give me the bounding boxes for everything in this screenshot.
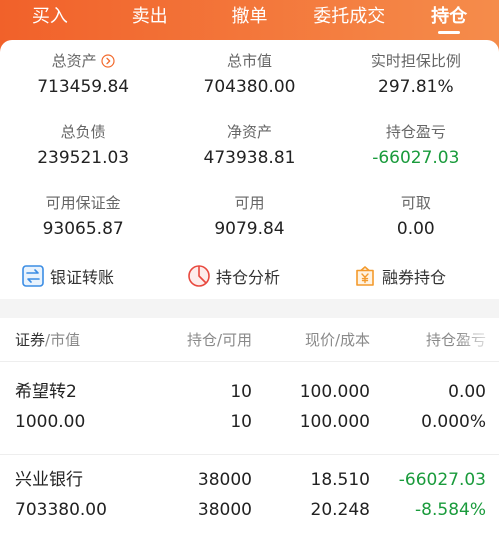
summary-label: 总资产 xyxy=(51,52,97,70)
cost-price: 20.248 xyxy=(310,500,370,520)
summary-total-market-value: 总市值 704380.00 xyxy=(166,40,332,111)
summary-value: 239521.03 xyxy=(37,148,130,168)
current-price: 18.510 xyxy=(310,470,370,490)
bank-transfer-icon xyxy=(21,264,45,288)
pnl-percent: 0.000% xyxy=(421,412,486,432)
row-line-bottom: 703380.00 38000 20.248 -8.584% xyxy=(15,495,486,525)
bank-transfer-button[interactable]: 银证转账 xyxy=(0,253,166,299)
summary-value: 9079.84 xyxy=(214,219,285,239)
summary-label: 持仓盈亏 xyxy=(385,123,446,141)
position-qty: 38000 xyxy=(197,470,252,490)
action-label: 融券持仓 xyxy=(382,268,447,287)
position-qty: 10 xyxy=(230,382,252,402)
summary-value: -66027.03 xyxy=(372,148,460,168)
summary-label: 总市值 xyxy=(226,52,272,70)
row-line-bottom: 1000.00 10 100.000 0.000% xyxy=(15,407,486,437)
available-qty: 38000 xyxy=(197,500,252,520)
header-fade-overlay xyxy=(457,318,499,361)
pnl-percent: -8.584% xyxy=(415,500,486,520)
tab-holdings[interactable]: 持仓 xyxy=(399,0,499,36)
summary-label: 可用 xyxy=(234,194,265,212)
tab-label: 撤单 xyxy=(231,6,268,27)
summary-label: 实时担保比例 xyxy=(370,52,461,70)
cost-price: 100.000 xyxy=(299,412,370,432)
tab-buy[interactable]: 买入 xyxy=(0,0,100,36)
pnl-amount: 0.00 xyxy=(448,382,486,402)
summary-value: 473938.81 xyxy=(203,148,296,168)
row-line-top: 兴业银行 38000 18.510 -66027.03 xyxy=(15,465,486,495)
summary-withdrawable: 可取 0.00 xyxy=(333,182,499,253)
available-qty: 10 xyxy=(230,412,252,432)
summary-position-pnl: 持仓盈亏 -66027.03 xyxy=(333,111,499,182)
summary-value: 713459.84 xyxy=(37,77,130,97)
summary-value: 297.81% xyxy=(378,77,454,97)
summary-total-liabilities: 总负债 239521.03 xyxy=(0,111,166,182)
security-name: 兴业银行 xyxy=(15,470,83,490)
summary-label: 总负债 xyxy=(60,123,106,141)
market-value: 703380.00 xyxy=(15,500,107,520)
tab-label: 持仓 xyxy=(431,6,468,27)
tab-sell[interactable]: 卖出 xyxy=(100,0,200,36)
summary-available-margin: 可用保证金 93065.87 xyxy=(0,182,166,253)
tab-cancel-order[interactable]: 撤单 xyxy=(200,0,300,36)
header-label: 证券 xyxy=(15,331,46,349)
chevron-right-circle-icon[interactable] xyxy=(101,54,115,68)
summary-collateral-ratio: 实时担保比例 297.81% xyxy=(333,40,499,111)
summary-label-row: 总资产 xyxy=(0,51,166,71)
pnl-amount: -66027.03 xyxy=(398,470,486,490)
summary-label: 可用保证金 xyxy=(45,194,121,212)
summary-grid: 总资产 713459.84 总市值 704380.00 实时担保比例 297.8… xyxy=(0,40,499,253)
tab-label: 买入 xyxy=(31,6,68,27)
summary-value: 704380.00 xyxy=(203,77,296,97)
action-label: 持仓分析 xyxy=(216,268,281,287)
row-line-top: 希望转2 10 100.000 0.00 xyxy=(15,377,486,407)
action-label: 银证转账 xyxy=(50,268,115,287)
summary-total-assets[interactable]: 总资产 713459.84 xyxy=(0,40,166,111)
quick-actions: 银证转账 持仓分析 融券持仓 xyxy=(0,253,499,299)
short-positions-button[interactable]: 融券持仓 xyxy=(332,253,498,299)
table-row[interactable]: 希望转2 10 100.000 0.00 1000.00 10 100.000 … xyxy=(0,362,499,455)
holdings-table: 证券/市值 持仓/可用 现价/成本 持仓盈亏 希望转2 10 100.000 0… xyxy=(0,318,499,540)
summary-net-assets: 净资产 473938.81 xyxy=(166,111,332,182)
table-row[interactable]: 兴业银行 38000 18.510 -66027.03 703380.00 38… xyxy=(0,455,499,539)
header-label: /市值 xyxy=(45,331,81,349)
market-value: 1000.00 xyxy=(15,412,86,432)
summary-available: 可用 9079.84 xyxy=(166,182,332,253)
summary-value: 93065.87 xyxy=(42,219,124,239)
tab-label: 委托成交 xyxy=(313,6,386,27)
summary-label: 可取 xyxy=(400,194,431,212)
tab-label: 卖出 xyxy=(131,6,168,27)
current-price: 100.000 xyxy=(299,382,370,402)
security-name: 希望转2 xyxy=(15,382,77,402)
yen-bag-icon xyxy=(353,264,377,288)
trading-app: 买入 卖出 撤单 委托成交 持仓 总资产 713459.84 总市值 70438… xyxy=(0,0,499,540)
header-price-cost[interactable]: 现价/成本 xyxy=(252,329,370,350)
active-tab-indicator xyxy=(438,31,461,34)
header-security-market-value[interactable]: 证券/市值 xyxy=(15,329,165,350)
position-analysis-button[interactable]: 持仓分析 xyxy=(166,253,332,299)
table-header: 证券/市值 持仓/可用 现价/成本 持仓盈亏 xyxy=(0,318,499,362)
tab-orders-trades[interactable]: 委托成交 xyxy=(299,0,399,36)
summary-value: 0.00 xyxy=(396,219,435,239)
account-summary-card: 总资产 713459.84 总市值 704380.00 实时担保比例 297.8… xyxy=(0,40,499,299)
header-position-available[interactable]: 持仓/可用 xyxy=(165,329,252,350)
pie-chart-icon xyxy=(187,264,211,288)
summary-label: 净资产 xyxy=(226,123,272,141)
